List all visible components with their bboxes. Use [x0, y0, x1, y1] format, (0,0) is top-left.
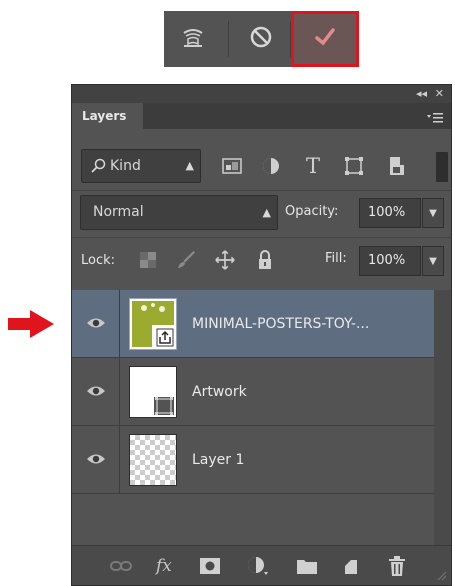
layer-thumbnail — [129, 434, 177, 486]
eye-icon — [86, 315, 106, 334]
panel-menu-icon[interactable] — [427, 109, 443, 128]
lock-all-icon[interactable] — [255, 249, 275, 271]
new-layer-icon[interactable] — [342, 556, 360, 576]
tab-layers[interactable]: Layers — [72, 103, 143, 129]
adjustment-filter-icon[interactable] — [260, 155, 282, 177]
resize-grip-icon[interactable] — [437, 566, 447, 586]
layer-visibility-toggle[interactable] — [72, 358, 120, 426]
fill-label: Fill: — [325, 251, 347, 266]
commit-transform-button[interactable] — [291, 11, 359, 67]
transform-toolbar — [164, 11, 359, 67]
toolbar-divider — [228, 21, 229, 57]
layer-thumbnail — [129, 366, 177, 418]
link-layers-icon[interactable] — [110, 556, 132, 576]
fx-icon[interactable]: fx — [156, 556, 172, 576]
panel-tab-row: Layers — [72, 103, 451, 129]
fill-field[interactable]: 100% — [359, 246, 421, 276]
layer-row-layer-1[interactable]: Layer 1 — [72, 426, 434, 494]
layer-name[interactable]: MINIMAL-POSTERS-TOY-... — [192, 290, 369, 358]
layer-visibility-toggle[interactable] — [72, 290, 120, 358]
warp-mode-button[interactable] — [164, 11, 222, 67]
layers-scrollbar[interactable] — [434, 290, 451, 546]
shape-filter-icon[interactable] — [343, 155, 365, 177]
type-filter-icon[interactable]: T — [302, 154, 324, 178]
close-panel-button[interactable]: ✕ — [435, 87, 444, 100]
lock-position-icon[interactable] — [215, 249, 235, 271]
smart-object-filter-icon[interactable] — [384, 155, 406, 177]
layer-name[interactable]: Artwork — [192, 358, 247, 426]
panel-title-strip: ◂◂ ✕ — [72, 85, 451, 103]
kind-filter-dropdown[interactable]: Kind ▲ — [81, 149, 201, 183]
fill-slider-button[interactable]: ▼ — [422, 246, 444, 276]
red-arrow-pointer — [8, 310, 56, 342]
lock-label: Lock: — [81, 253, 116, 268]
layer-row-artwork[interactable]: Artwork — [72, 358, 434, 426]
kind-filter-label: Kind — [110, 158, 141, 174]
blend-mode-dropdown[interactable]: Normal ▲ — [80, 195, 278, 230]
eye-icon — [86, 383, 106, 402]
collapse-panel-button[interactable]: ◂◂ — [416, 87, 427, 100]
layers-list: MINIMAL-POSTERS-TOY-... Artwork Layer 1 — [72, 290, 434, 546]
layer-name[interactable]: Layer 1 — [192, 426, 244, 494]
new-adjustment-icon[interactable] — [247, 556, 269, 576]
lock-transparent-icon[interactable] — [138, 249, 158, 271]
new-group-icon[interactable] — [297, 556, 317, 576]
blend-mode-label: Normal — [93, 204, 144, 220]
lock-image-icon[interactable] — [176, 249, 196, 271]
layers-panel: ◂◂ ✕ Layers Kind ▲ T Normal ▲ Opacity: 1… — [71, 84, 452, 586]
updown-arrows-icon: ▲ — [262, 206, 271, 219]
section-divider — [72, 190, 451, 191]
add-mask-icon[interactable] — [200, 556, 220, 576]
opacity-slider-button[interactable]: ▼ — [422, 198, 444, 228]
layer-visibility-toggle[interactable] — [72, 426, 120, 494]
search-icon — [90, 158, 106, 178]
layer-row-minimal-posters[interactable]: MINIMAL-POSTERS-TOY-... — [72, 290, 434, 358]
filter-toggle-switch[interactable] — [436, 152, 448, 182]
layer-thumbnail — [129, 298, 177, 350]
eye-icon — [86, 451, 106, 470]
delete-layer-icon[interactable] — [388, 556, 406, 576]
warp-mode-icon — [180, 24, 206, 54]
cancel-transform-button[interactable] — [232, 11, 290, 67]
layers-bottom-toolbar: fx — [72, 545, 451, 585]
section-divider — [72, 237, 451, 238]
updown-arrows-icon: ▲ — [185, 159, 194, 172]
image-filter-icon[interactable] — [221, 155, 243, 177]
cancel-transform-icon — [248, 24, 274, 54]
commit-checkmark-icon — [312, 24, 338, 54]
opacity-field[interactable]: 100% — [359, 198, 421, 228]
opacity-label: Opacity: — [285, 204, 339, 219]
